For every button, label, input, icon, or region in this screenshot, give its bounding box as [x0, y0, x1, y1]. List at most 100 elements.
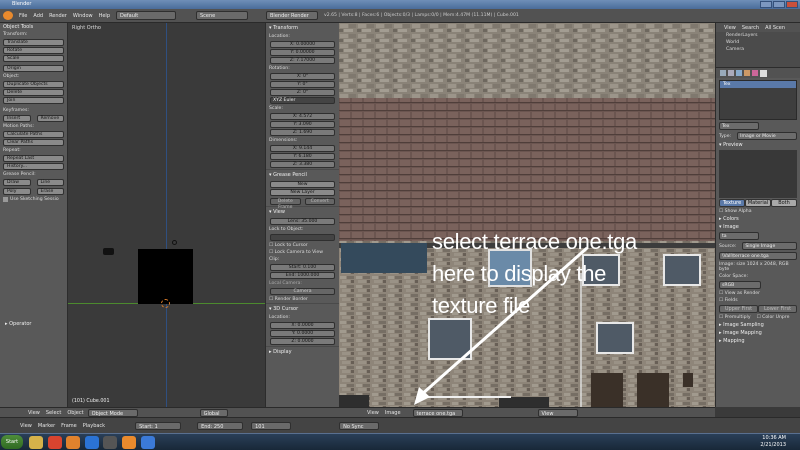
maximize-button[interactable] — [773, 1, 785, 8]
scale-y-field[interactable]: Y: 3.090 — [270, 121, 335, 128]
viewport-select-menu[interactable]: Select — [46, 410, 61, 416]
cursor-x-field[interactable]: X: 0.0000 — [270, 322, 335, 329]
object-tab-icon[interactable] — [744, 70, 750, 76]
translate-button[interactable]: Translate — [3, 39, 64, 46]
menu-file[interactable]: File — [19, 13, 27, 19]
color-space-select[interactable]: sRGB — [719, 281, 761, 289]
image-editor[interactable] — [339, 23, 715, 407]
duplicate-objects-button[interactable]: Duplicate Objects — [3, 81, 64, 88]
clip-end-field[interactable]: End: 1000.000 — [270, 272, 335, 279]
rotation-y-field[interactable]: Y: 0° — [270, 81, 335, 88]
sketching-session-checkbox[interactable]: Use Sketching Sessio — [0, 196, 67, 203]
location-y-field[interactable]: Y: 0.00000 — [270, 49, 335, 56]
upper-first-button[interactable]: Upper First — [719, 305, 758, 313]
outliner-search-menu[interactable]: Search — [742, 25, 759, 31]
render-engine-select[interactable]: Blender Render — [266, 11, 318, 20]
menu-help[interactable]: Help — [99, 13, 110, 19]
texture-slot-list[interactable]: Tex — [719, 80, 797, 120]
menu-window[interactable]: Window — [73, 13, 93, 19]
render-border-checkbox[interactable]: ☐ Render Border — [266, 296, 339, 303]
insert-keyframe-button[interactable]: Insert — [3, 115, 31, 122]
image-view-dropdown[interactable]: View — [537, 408, 578, 417]
history-button[interactable]: History... — [3, 163, 64, 170]
location-z-field[interactable]: Z: 7.17000 — [270, 57, 335, 64]
grease-new-layer-button[interactable]: New Layer — [270, 189, 335, 196]
convert-button[interactable]: Convert — [304, 198, 335, 205]
join-button[interactable]: Join — [3, 97, 64, 104]
remove-keyframe-button[interactable]: Remove — [36, 115, 64, 122]
transform-orientation-select[interactable]: Global — [199, 408, 228, 417]
grease-pencil-panel-header[interactable]: ▾ Grease Pencil — [266, 169, 339, 180]
view-panel-header[interactable]: ▾ View — [266, 206, 339, 217]
texture-tab-icon[interactable] — [760, 69, 767, 77]
clear-paths-button[interactable]: Clear Paths — [3, 139, 64, 146]
delete-button[interactable]: Delete — [3, 89, 64, 96]
close-button[interactable] — [786, 1, 798, 8]
location-x-field[interactable]: X: 0.00000 — [270, 41, 335, 48]
app-icon-3[interactable] — [140, 436, 155, 449]
app-icon-2[interactable] — [103, 436, 118, 449]
blender-taskbar-icon[interactable] — [121, 436, 136, 449]
clip-start-field[interactable]: Start: 0.100 — [270, 264, 335, 271]
material-tab-icon[interactable] — [752, 70, 758, 76]
outliner-view-menu[interactable]: View — [724, 25, 736, 31]
folder-icon[interactable] — [29, 436, 43, 449]
colors-panel-header[interactable]: ▸ Colors — [716, 215, 800, 223]
display-panel-header[interactable]: ▸ Display — [266, 346, 339, 357]
camera-object-icon[interactable] — [103, 248, 114, 255]
premultiply-checkbox[interactable]: ☐ Premultiply — [716, 314, 754, 321]
lock-to-cursor-checkbox[interactable]: ☐ Lock to Cursor — [266, 242, 339, 249]
app-icon[interactable] — [84, 436, 99, 449]
local-camera-field[interactable]: Camera — [270, 288, 335, 295]
repeat-last-button[interactable]: Repeat Last — [3, 155, 64, 162]
render-tab-icon[interactable] — [720, 70, 726, 76]
clock[interactable]: 10:36 AM 2/21/2013 — [760, 435, 786, 449]
start-button[interactable]: Start — [1, 435, 23, 449]
outliner-camera[interactable]: Camera — [716, 46, 800, 53]
blender-logo-icon[interactable] — [3, 11, 13, 20]
image-sampling-header[interactable]: ▸ Image Sampling — [716, 321, 800, 329]
calculate-paths-button[interactable]: Calculate Paths — [3, 131, 64, 138]
timeline-view-menu[interactable]: View — [20, 423, 32, 429]
grease-erase-button[interactable]: Erase — [36, 188, 64, 195]
mapping-header[interactable]: ▸ Mapping — [716, 337, 800, 345]
lower-first-button[interactable]: Lower First — [758, 305, 797, 313]
color-unpremultiply-checkbox[interactable]: ☐ Color Unpre — [754, 314, 793, 321]
origin-button[interactable]: Origin — [3, 65, 64, 72]
preview-panel-header[interactable]: ▾ Preview — [716, 141, 800, 149]
viewport-view-menu[interactable]: View — [28, 410, 40, 416]
minimize-button[interactable] — [760, 1, 772, 8]
lock-camera-checkbox[interactable]: ☐ Lock Camera to View — [266, 249, 339, 256]
outliner-filter[interactable]: All Scen — [765, 25, 785, 31]
world-tab-icon[interactable] — [736, 70, 742, 76]
outliner-renderlayers[interactable]: RenderLayers — [716, 32, 800, 39]
menu-render[interactable]: Render — [49, 13, 67, 19]
image-mapping-header[interactable]: ▸ Image Mapping — [716, 329, 800, 337]
show-alpha-checkbox[interactable]: ☐ Show Alpha — [716, 208, 800, 215]
3d-viewport[interactable]: Right Ortho (101) Cube.001 — [68, 23, 265, 407]
scale-x-field[interactable]: X: 4.572 — [270, 113, 335, 120]
chrome-icon[interactable] — [47, 436, 62, 449]
texture-name-field[interactable]: Tex — [719, 122, 759, 130]
end-frame-field[interactable]: End: 250 — [197, 421, 244, 430]
texture-slot-item[interactable]: Tex — [720, 81, 796, 88]
rotation-x-field[interactable]: X: 0° — [270, 73, 335, 80]
outliner-world[interactable]: World — [716, 39, 800, 46]
3d-cursor-panel-header[interactable]: ▾ 3D Cursor — [266, 303, 339, 314]
timeline-marker-menu[interactable]: Marker — [38, 423, 55, 429]
image-view-menu[interactable]: View — [367, 410, 379, 416]
grease-poly-button[interactable]: Poly — [3, 188, 31, 195]
scene-tab-icon[interactable] — [728, 70, 734, 76]
scale-button[interactable]: Scale — [3, 55, 64, 62]
cursor-y-field[interactable]: Y: 0.0000 — [270, 330, 335, 337]
sync-select[interactable]: No Sync — [339, 421, 380, 430]
lock-object-field[interactable] — [270, 234, 335, 241]
filepath-field[interactable]: \Vall\terrace one.tga — [719, 252, 797, 260]
view-as-render-checkbox[interactable]: ☐ View as Render — [716, 290, 800, 297]
timeline-playback-menu[interactable]: Playback — [83, 423, 105, 429]
mode-select[interactable]: Object Mode — [87, 408, 138, 417]
lens-field[interactable]: Lens: 35.000 — [270, 218, 335, 225]
start-frame-field[interactable]: Start: 1 — [135, 421, 182, 430]
rotate-button[interactable]: Rotate — [3, 47, 64, 54]
dimensions-x-field[interactable]: X: 9.144 — [270, 145, 335, 152]
